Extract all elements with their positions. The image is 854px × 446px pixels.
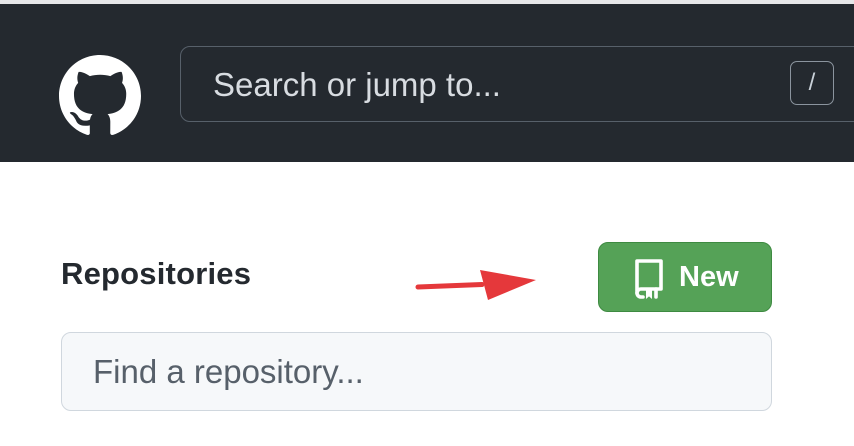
- search-input[interactable]: [213, 47, 773, 123]
- global-search-box[interactable]: /: [180, 46, 854, 123]
- search-shortcut-key: /: [790, 61, 834, 105]
- new-button-label: New: [679, 261, 739, 293]
- repositories-heading: Repositories: [61, 256, 252, 291]
- red-arrow-icon: [415, 270, 536, 300]
- new-repository-button[interactable]: New: [598, 242, 772, 312]
- find-repository-input[interactable]: [61, 332, 772, 411]
- github-logo-icon[interactable]: [59, 55, 141, 137]
- global-header: /: [0, 4, 854, 162]
- repo-book-icon: [635, 259, 663, 299]
